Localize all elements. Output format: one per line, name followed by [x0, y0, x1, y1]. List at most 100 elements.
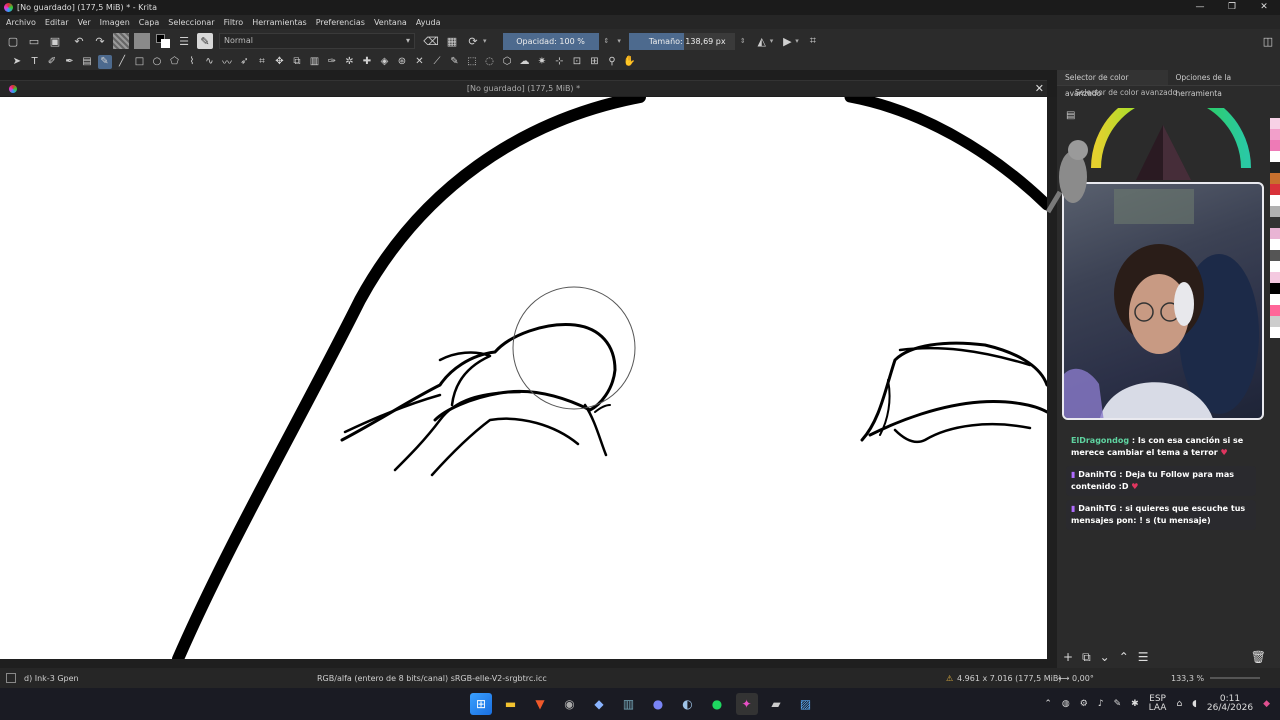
file-explorer-icon[interactable]: ▬ — [500, 693, 522, 715]
palette-swatch[interactable] — [1270, 316, 1280, 327]
edit-shape-icon[interactable]: ✐ — [45, 55, 59, 69]
minimize-button[interactable]: — — [1184, 0, 1216, 15]
gradient-edit-icon[interactable]: ▤ — [80, 55, 94, 69]
transform-tool-icon[interactable]: ⧉ — [290, 55, 304, 69]
menu-editar[interactable]: Editar — [45, 18, 69, 27]
bluetooth-icon[interactable]: ✱ — [1131, 699, 1139, 709]
gradient-tool-icon[interactable]: ▥ — [308, 55, 322, 69]
polygon-tool-icon[interactable]: ⬠ — [168, 55, 182, 69]
palette-swatch[interactable] — [1270, 261, 1280, 272]
new-document-icon[interactable]: ▢ — [5, 33, 21, 49]
polygon-select-icon[interactable]: ⬡ — [500, 55, 514, 69]
docker-toggle-icon[interactable]: ◫ — [1260, 33, 1276, 49]
menu-ventana[interactable]: Ventana — [374, 18, 407, 27]
magnetic-select-icon[interactable]: ⊡ — [570, 55, 584, 69]
menu-ayuda[interactable]: Ayuda — [416, 18, 441, 27]
palette-swatch[interactable] — [1270, 217, 1280, 228]
brush-preview-icon[interactable] — [6, 673, 16, 683]
freehand-select-icon[interactable]: ☁ — [518, 55, 532, 69]
clock[interactable]: 0:11 26/4/2026 — [1207, 695, 1253, 713]
layer-properties-icon[interactable]: ☰ — [1138, 650, 1149, 664]
pan-tool-icon[interactable]: ✋ — [623, 55, 637, 69]
chevron-down-icon[interactable]: ▾ — [617, 37, 621, 45]
move-layer-up-icon[interactable]: ⌃ — [1119, 650, 1129, 664]
brush-preset-icon[interactable]: ✎ — [197, 33, 213, 49]
app-icon[interactable]: ▥ — [618, 693, 640, 715]
palette-swatch[interactable] — [1270, 206, 1280, 217]
size-stepper-icon[interactable]: ⇕ — [740, 37, 746, 45]
menu-seleccionar[interactable]: Seleccionar — [168, 18, 214, 27]
reload-preset-icon[interactable]: ⟳ — [465, 33, 481, 49]
redo-icon[interactable]: ↷ — [92, 33, 108, 49]
delete-layer-icon[interactable]: 🗑 — [1251, 650, 1266, 664]
enclose-fill-icon[interactable]: ⊛ — [395, 55, 409, 69]
size-slider[interactable]: Tamaño: 138,69 px — [628, 32, 735, 50]
color-palette-strip[interactable] — [1270, 118, 1280, 338]
palette-swatch[interactable] — [1270, 283, 1280, 294]
volume-icon[interactable]: ◖ — [1192, 699, 1197, 709]
menu-imagen[interactable]: Imagen — [100, 18, 130, 27]
steam-icon[interactable]: ◐ — [677, 693, 699, 715]
freehand-brush-icon[interactable]: ✎ — [97, 54, 112, 69]
close-document-icon[interactable]: ✕ — [1035, 81, 1044, 97]
mirror-horizontal-icon[interactable]: ◭ — [754, 33, 770, 49]
colorize-mask-icon[interactable]: ✚ — [360, 55, 374, 69]
chrome-icon[interactable]: ◉ — [559, 693, 581, 715]
tray-app-icon[interactable]: ⚙ — [1080, 699, 1088, 709]
zoom-value[interactable]: 133,3 % — [1171, 674, 1204, 683]
blend-mode-select[interactable]: Normal — [219, 33, 415, 49]
ellipse-tool-icon[interactable]: ○ — [150, 55, 164, 69]
close-window-button[interactable]: ✕ — [1248, 0, 1280, 15]
rect-select-icon[interactable]: ⬚ — [465, 55, 479, 69]
wrap-around-icon[interactable]: ⌗ — [805, 33, 821, 49]
opacity-stepper-icon[interactable]: ⇕ — [604, 37, 610, 45]
palette-swatch[interactable] — [1270, 151, 1280, 162]
menu-preferencias[interactable]: Preferencias — [316, 18, 365, 27]
palette-swatch[interactable] — [1270, 195, 1280, 206]
line-tool-icon[interactable]: ╱ — [115, 55, 129, 69]
docker-settings-icon[interactable]: ▤ — [1066, 110, 1075, 121]
bezier-select-icon[interactable]: ⊹ — [553, 55, 567, 69]
reference-tool-icon[interactable]: ✎ — [448, 55, 462, 69]
tray-app-icon[interactable]: ◍ — [1062, 699, 1070, 709]
assistant-tool-icon[interactable]: ✕ — [413, 55, 427, 69]
freehand-path-icon[interactable]: 〰 — [220, 55, 234, 69]
app-icon[interactable]: ▨ — [795, 693, 817, 715]
palette-swatch[interactable] — [1270, 162, 1280, 173]
menu-filtro[interactable]: Filtro — [224, 18, 244, 27]
text-tool-icon[interactable]: T — [28, 55, 42, 69]
menu-herramientas[interactable]: Herramientas — [252, 18, 307, 27]
rotation-value[interactable]: 0,00° — [1072, 674, 1094, 683]
palette-swatch[interactable] — [1270, 228, 1280, 239]
tab-tool-options[interactable]: Opciones de la herramienta — [1168, 70, 1280, 98]
start-menu-icon[interactable]: ⊞ — [470, 693, 492, 715]
obs-icon[interactable]: ▰ — [765, 693, 787, 715]
color-picker-icon[interactable]: ✑ — [325, 55, 339, 69]
gradient-selector-icon[interactable] — [113, 33, 129, 49]
polyline-tool-icon[interactable]: ⌇ — [185, 55, 199, 69]
restore-button[interactable]: ❐ — [1216, 0, 1248, 15]
rotate-icon[interactable]: ⟷ — [1058, 674, 1069, 683]
calligraphy-icon[interactable]: ✒ — [63, 55, 77, 69]
undo-icon[interactable]: ↶ — [71, 33, 87, 49]
add-layer-icon[interactable]: + — [1063, 650, 1073, 664]
show-hidden-icons[interactable]: ⌃ — [1044, 699, 1052, 709]
bezier-tool-icon[interactable]: ∿ — [203, 55, 217, 69]
zoom-slider[interactable] — [1210, 677, 1260, 679]
crop-tool-icon[interactable]: ⌗ — [255, 55, 269, 69]
alpha-lock-icon[interactable]: ▦ — [444, 33, 460, 49]
eraser-icon[interactable]: ⌫ — [423, 33, 439, 49]
palette-swatch[interactable] — [1270, 327, 1280, 338]
dynamic-brush-icon[interactable]: ➶ — [238, 55, 252, 69]
document-tab-title[interactable]: [No guardado] (177,5 MiB) * — [0, 81, 1047, 97]
smart-patch-icon[interactable]: ✲ — [343, 55, 357, 69]
horizontal-scrollbar[interactable] — [0, 659, 1057, 668]
similar-select-icon[interactable]: ⊞ — [588, 55, 602, 69]
language-indicator[interactable]: ESP LAA — [1149, 695, 1167, 713]
palette-swatch[interactable] — [1270, 173, 1280, 184]
mirror-vertical-icon[interactable]: ▶ — [779, 33, 795, 49]
pattern-selector-icon[interactable] — [134, 33, 150, 49]
discord-icon[interactable]: ● — [647, 693, 669, 715]
palette-swatch[interactable] — [1270, 129, 1280, 140]
menu-ver[interactable]: Ver — [78, 18, 91, 27]
